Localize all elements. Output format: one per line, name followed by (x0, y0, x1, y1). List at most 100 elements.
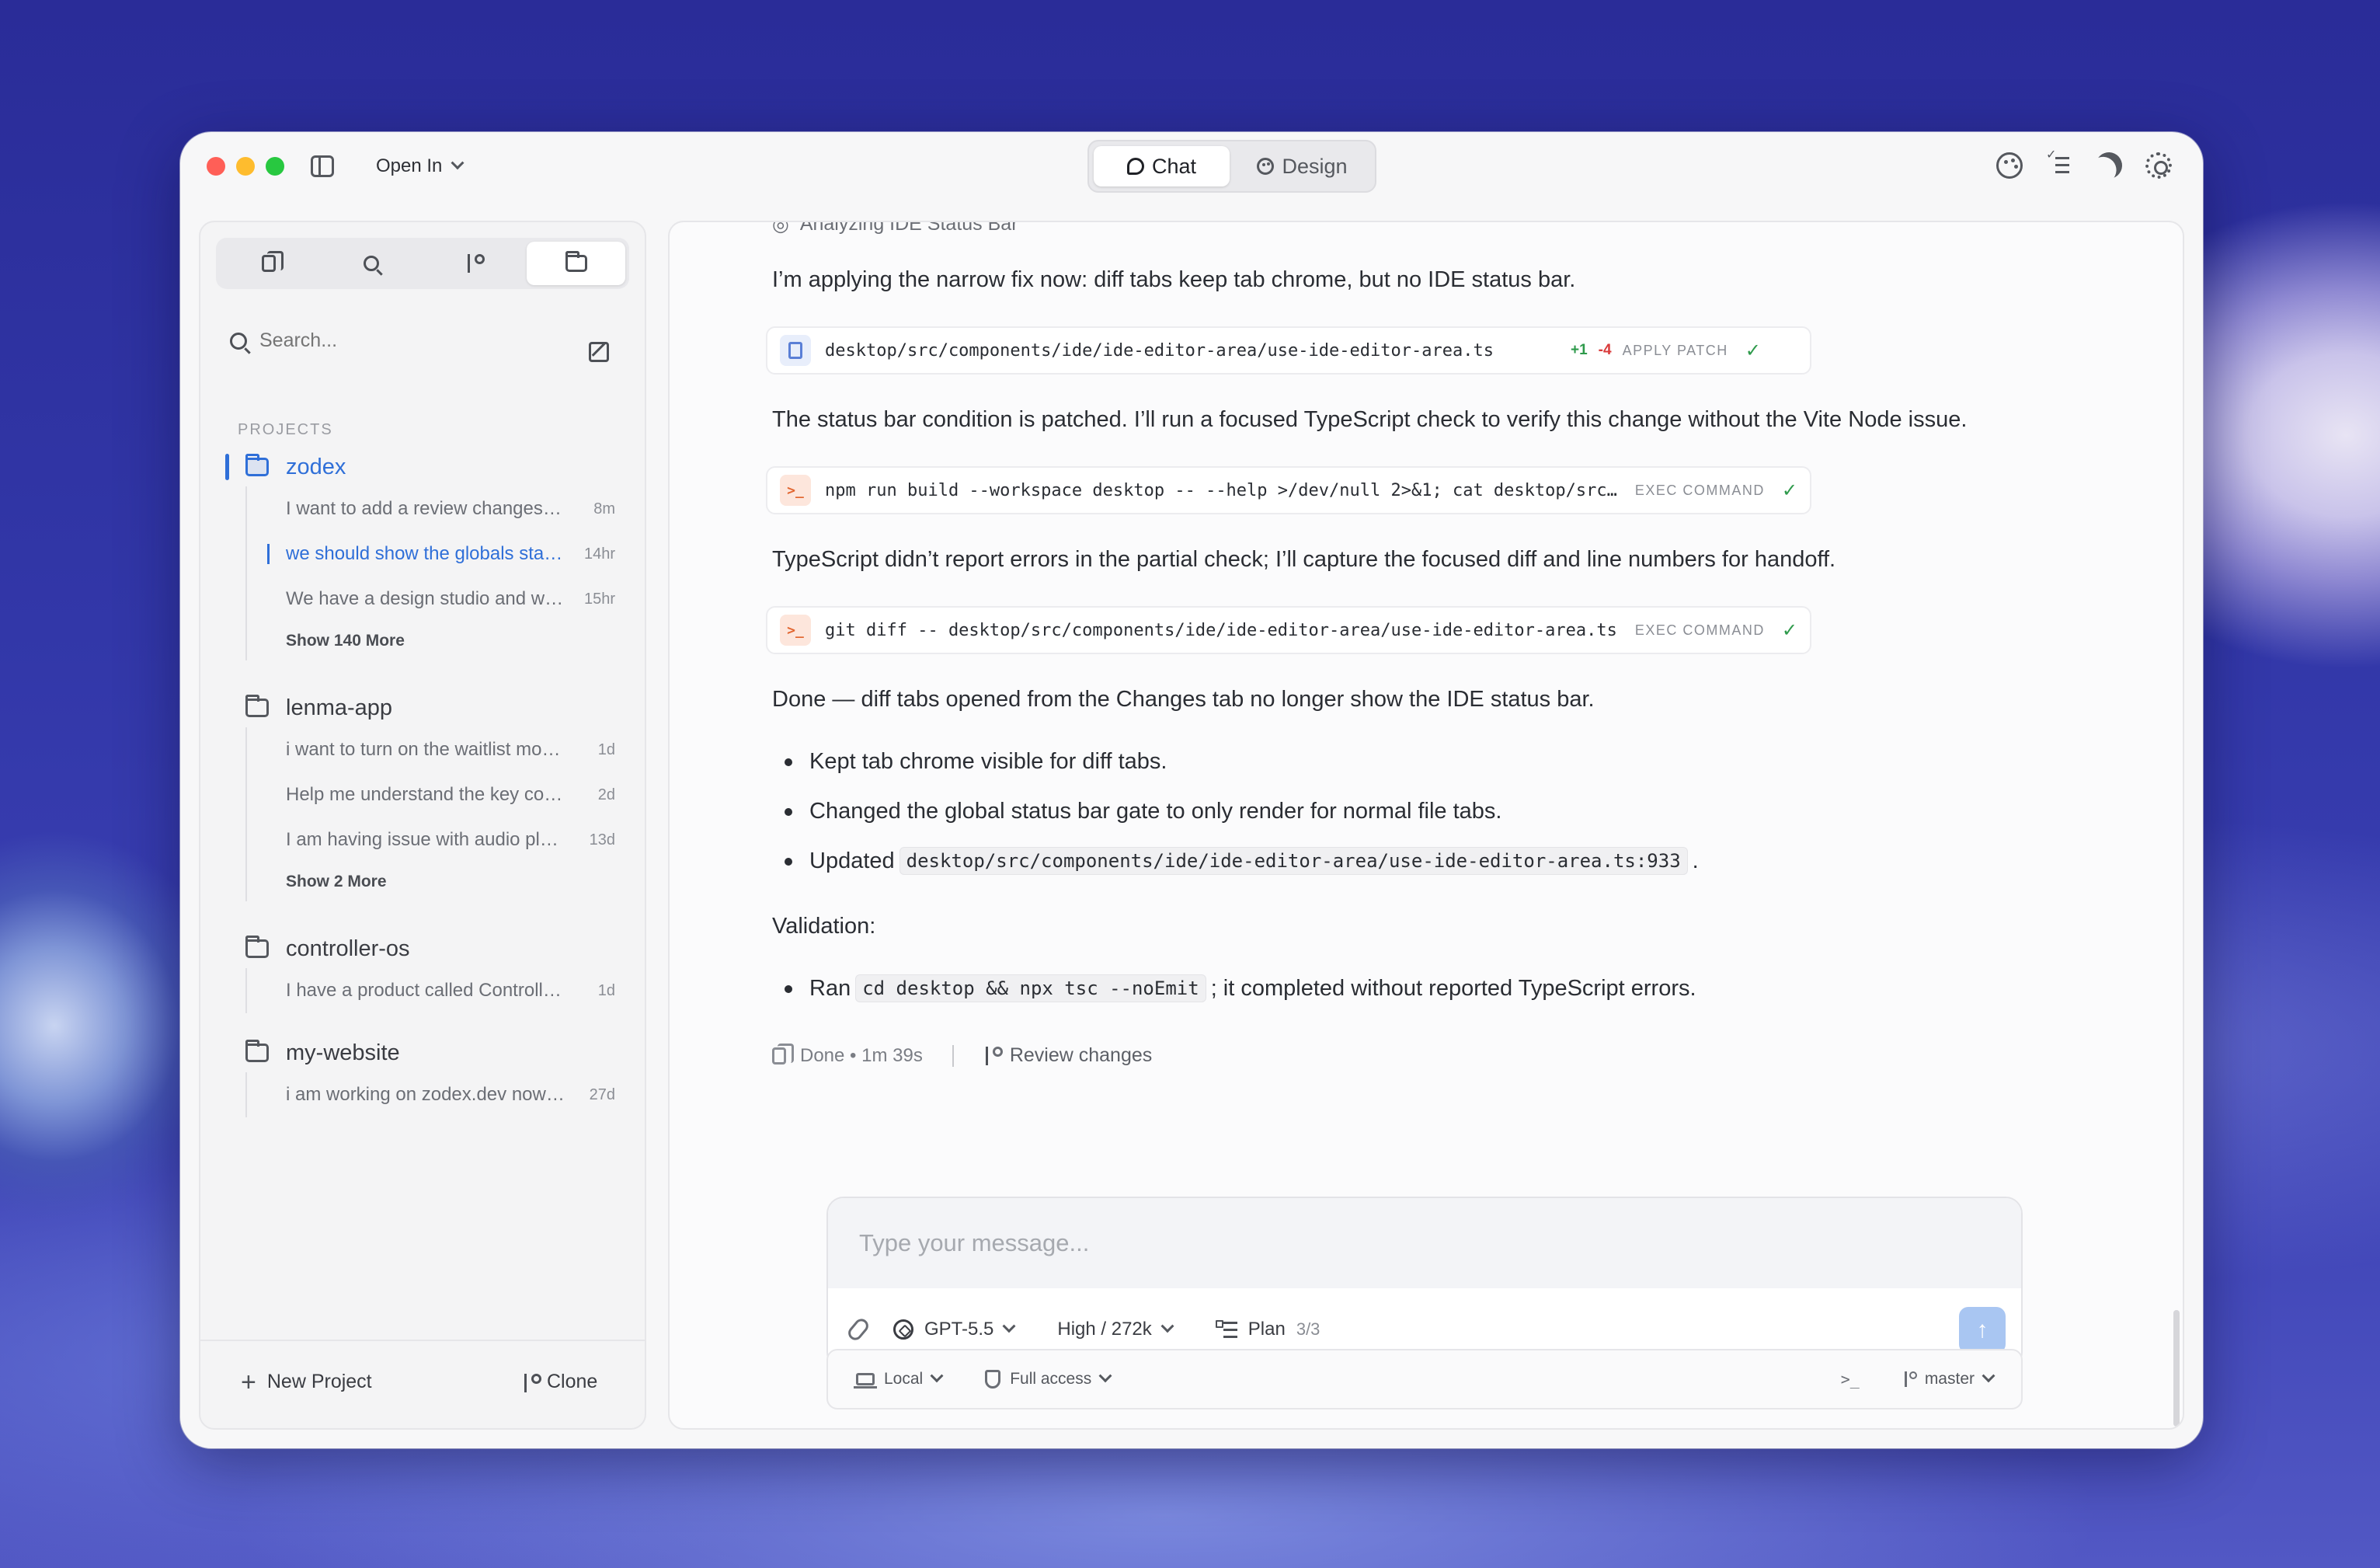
divider (952, 1044, 954, 1067)
app-window: Open In Chat Design 10 (180, 132, 2203, 1448)
message-input[interactable] (828, 1198, 2021, 1288)
send-button[interactable]: ↑ (1959, 1307, 2006, 1354)
thread-time: 13d (589, 831, 615, 848)
sidebar-tab-branches[interactable]: 10 (425, 242, 548, 285)
review-changes-button[interactable]: Review changes (983, 1044, 1152, 1067)
minimize-window-button[interactable] (236, 157, 255, 176)
project-controller-os: controller-os I have a product called Co… (200, 929, 645, 1013)
branch-icon (465, 254, 485, 273)
tool-call-card[interactable]: desktop/src/components/ide/ide-editor-ar… (766, 326, 1811, 375)
terminal-icon: >_ (780, 615, 811, 646)
close-window-button[interactable] (207, 157, 225, 176)
thread-title: i want to turn on the waitlist mode for … (286, 739, 565, 760)
show-more-button[interactable]: Show 140 More (247, 622, 645, 660)
theme-palette-icon[interactable] (1996, 152, 2023, 179)
branch-selector[interactable]: master (1903, 1369, 1996, 1389)
sidebar-tab-files[interactable] (220, 242, 318, 285)
search-icon (230, 332, 247, 350)
project-header[interactable]: lenma-app (200, 688, 645, 727)
project-my-website: my-website i am working on zodex.dev now… (200, 1033, 645, 1117)
list-item[interactable]: I am having issue with audio playback on… (247, 817, 645, 862)
assistant-message: TypeScript didn’t report errors in the p… (772, 547, 1836, 572)
summary-list: Kept tab chrome visible for diff tabs. C… (772, 737, 1699, 886)
chevron-down-icon (1098, 1369, 1112, 1383)
environment-bar: Local Full access >_ master (826, 1349, 2023, 1409)
sidebar-search-input[interactable] (259, 329, 539, 352)
assistant-message: The status bar condition is patched. I’l… (772, 407, 1968, 432)
effort-selector[interactable]: High / 272k (1057, 1319, 1174, 1340)
sidebar-tab-projects[interactable] (527, 242, 625, 285)
checklist-icon[interactable] (2046, 151, 2072, 179)
brain-icon: ◎ (772, 221, 789, 235)
paperclip-icon[interactable] (845, 1315, 872, 1343)
tab-design-label: Design (1282, 154, 1348, 178)
project-name: lenma-app (286, 695, 393, 720)
title-bar: Open In Chat Design (180, 132, 2203, 199)
sidebar-search (230, 329, 539, 352)
tool-meta: EXEC COMMAND ✓ (1635, 619, 1797, 642)
terminal-icon[interactable]: >_ (1841, 1370, 1860, 1389)
access-label: Full access (1010, 1370, 1092, 1388)
list-item[interactable]: We have a design studio and want to impr… (247, 577, 645, 622)
thinking-step-label: Analyzing IDE Status Bar (799, 221, 1018, 235)
review-changes-label: Review changes (1009, 1044, 1153, 1066)
new-project-button[interactable]: + New Project (241, 1369, 372, 1396)
message-composer: GPT-5.5 High / 272k Plan 3/3 ↑ (826, 1197, 2023, 1369)
open-in-button[interactable]: Open In (376, 154, 465, 179)
arrow-up-icon: ↑ (1976, 1317, 1989, 1343)
chevron-down-icon (451, 156, 465, 170)
tool-command: desktop/src/components/ide/ide-editor-ar… (825, 340, 1494, 361)
list-item-text: ; it completed without reported TypeScri… (1210, 975, 1696, 1001)
tool-label: APPLY PATCH (1622, 342, 1728, 358)
list-item[interactable]: I want to add a review changes button to… (247, 486, 645, 531)
access-selector[interactable]: Full access (985, 1369, 1112, 1389)
projects-heading: PROJECTS (238, 421, 333, 438)
check-icon: ✓ (1781, 479, 1797, 501)
show-more-button[interactable]: Show 2 More (247, 862, 645, 901)
plan-toggle[interactable]: Plan 3/3 (1215, 1319, 1320, 1340)
chevron-down-icon (1160, 1319, 1174, 1333)
env-selector[interactable]: Local (854, 1369, 944, 1389)
list-item[interactable]: i am working on zodex.dev now and need h… (247, 1072, 645, 1117)
project-header[interactable]: my-website (200, 1033, 645, 1072)
list-item[interactable]: i want to turn on the waitlist mode for … (247, 727, 645, 772)
list-item: Changed the global status bar gate to on… (772, 786, 1699, 836)
model-selector[interactable]: GPT-5.5 (893, 1319, 1016, 1340)
tool-call-card[interactable]: >_ npm run build --workspace desktop -- … (766, 466, 1811, 514)
new-project-label: New Project (266, 1371, 372, 1392)
folder-icon (245, 936, 269, 958)
sidebar-tab-search[interactable] (322, 242, 421, 285)
sidebar-toggle-icon[interactable] (311, 155, 334, 177)
thread-list: i am working on zodex.dev now and need h… (245, 1072, 645, 1117)
project-name: my-website (286, 1040, 400, 1065)
list-item[interactable]: I have a product called Controller OS th… (247, 968, 645, 1013)
tool-meta: EXEC COMMAND ✓ (1635, 479, 1797, 502)
gear-icon[interactable] (2145, 152, 2172, 179)
tab-chat[interactable]: Chat (1094, 146, 1230, 186)
new-chat-icon[interactable] (589, 342, 609, 362)
copy-icon[interactable] (772, 1043, 794, 1064)
folder-icon (245, 454, 269, 476)
list-item[interactable]: Help me understand the key components of… (247, 772, 645, 817)
clone-button[interactable]: Clone (522, 1371, 597, 1393)
sidebar-tabs: 10 (216, 238, 629, 289)
run-status-row: Done • 1m 39s Review changes (772, 1043, 1152, 1067)
list-item[interactable]: we should show the globals status bar on… (247, 531, 645, 577)
thread-time: 1d (597, 740, 615, 758)
thread-title: i am working on zodex.dev now and need h… (286, 1084, 565, 1105)
zoom-window-button[interactable] (266, 157, 284, 176)
project-header[interactable]: controller-os (200, 929, 645, 968)
project-name: zodex (286, 454, 346, 479)
assistant-message: I’m applying the narrow fix now: diff ta… (772, 267, 1576, 292)
list-item-text: Kept tab chrome visible for diff tabs. (809, 748, 1167, 774)
thinking-step[interactable]: ◎ Analyzing IDE Status Bar (772, 221, 1018, 236)
moon-icon[interactable] (2092, 148, 2126, 183)
tool-call-card[interactable]: >_ git diff -- desktop/src/components/id… (766, 606, 1811, 654)
plan-count: 3/3 (1296, 1319, 1320, 1339)
chat-scrollbar[interactable] (2173, 1310, 2180, 1427)
branch-icon (1903, 1371, 1917, 1387)
project-lenma-app: lenma-app i want to turn on the waitlist… (200, 688, 645, 901)
tool-label: EXEC COMMAND (1634, 482, 1765, 498)
tab-design[interactable]: Design (1234, 146, 1370, 186)
project-header[interactable]: zodex (200, 448, 645, 486)
